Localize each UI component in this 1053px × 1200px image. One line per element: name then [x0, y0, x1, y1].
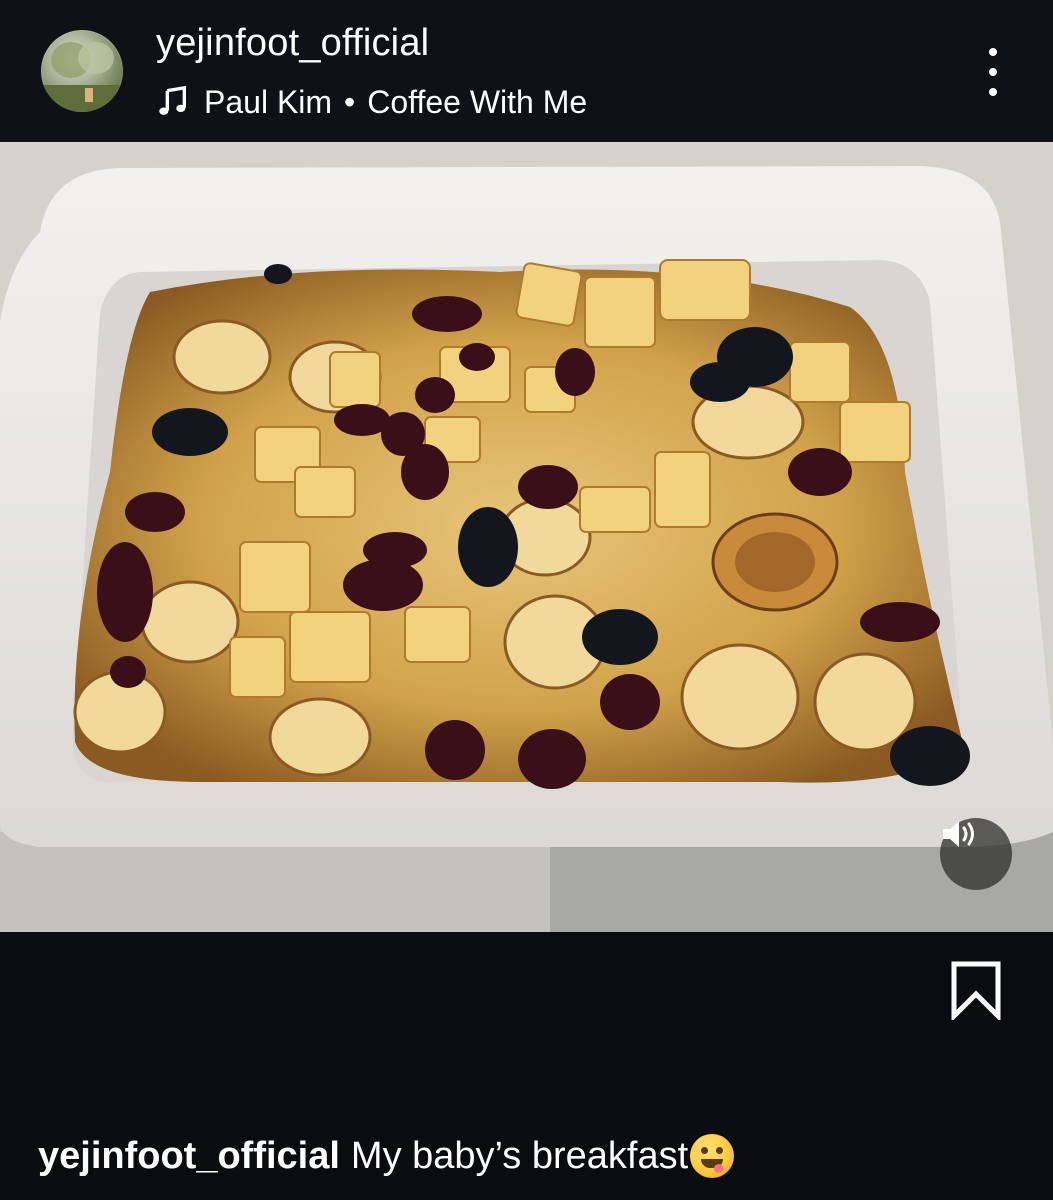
- more-vertical-icon: [989, 68, 997, 76]
- caption-username[interactable]: yejinfoot_official: [38, 1135, 340, 1178]
- music-separator: •: [344, 83, 356, 120]
- music-artist: Paul Kim: [204, 83, 333, 120]
- more-options-button[interactable]: [975, 48, 1011, 96]
- music-song: Coffee With Me: [367, 83, 588, 120]
- music-attribution[interactable]: Paul Kim • Coffee With Me: [156, 82, 587, 122]
- post-header: yejinfoot_official Paul Kim • Coffee Wit…: [0, 0, 1053, 142]
- more-vertical-icon: [989, 48, 997, 56]
- face-savoring-food-emoji-icon: [690, 1134, 735, 1178]
- bookmark-icon: [951, 961, 1001, 1023]
- music-note-icon: [159, 85, 187, 115]
- sound-toggle-button[interactable]: [940, 818, 1012, 890]
- post-photo[interactable]: [0, 142, 1053, 932]
- speaker-icon: [943, 821, 974, 847]
- post-author-username[interactable]: yejinfoot_official: [156, 22, 429, 65]
- avatar[interactable]: [41, 30, 123, 112]
- more-vertical-icon: [989, 88, 997, 96]
- post-caption: yejinfoot_official My baby’s breakfast: [38, 1134, 735, 1178]
- avatar-image: [41, 42, 123, 112]
- food-photo: [0, 142, 1053, 932]
- caption-text: My baby’s breakfast: [350, 1134, 689, 1177]
- save-button[interactable]: [948, 960, 1004, 1023]
